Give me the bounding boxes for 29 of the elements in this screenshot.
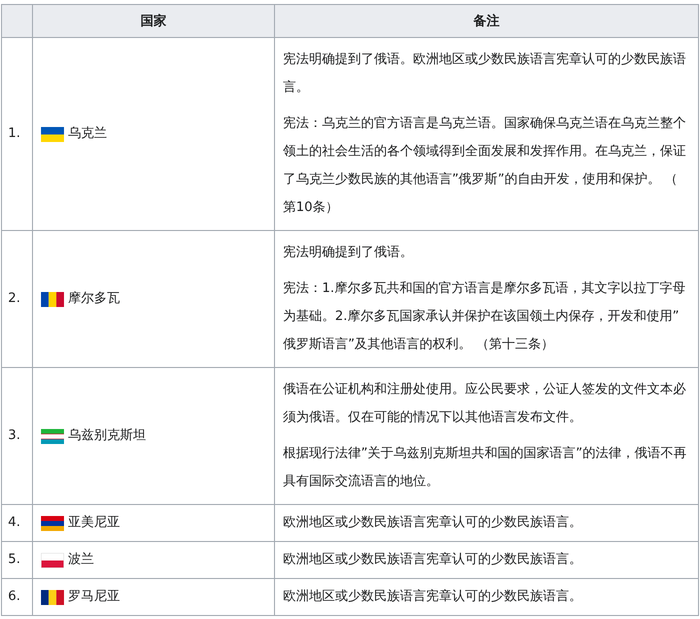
note-paragraph: 欧洲地区或少数民族语言宪章认可的少数民族语言。 <box>283 588 583 606</box>
note-paragraph: 宪法明确提到了俄语。欧洲地区或少数民族语言宪章认可的少数民族语言。 <box>283 51 687 97</box>
note-paragraph: 俄语在公证机构和注册处使用。应公民要求，公证人签发的文件文本必须为俄语。仅在可能的情况下以其他语言发布文件。 <box>283 381 687 427</box>
note-paragraph: 宪法明确提到了俄语。 <box>283 244 414 262</box>
note-paragraph: 宪法：1.摩尔多瓦共和国的官方语言是摩尔多瓦语，其文字以拉丁字母为基础。2.摩尔多瓦国家承认并保护在该国领土内保存，开发和使用”俄罗斯语言”及其他语言的权利。 （第十三条） <box>283 280 686 354</box>
flag-icon <box>41 516 64 530</box>
country-name: 亚美尼亚 <box>68 514 120 532</box>
row-number: 2. <box>8 291 20 306</box>
column-header: 国家 <box>32 4 274 38</box>
note-paragraph: 宪法：乌克兰的官方语言是乌克兰语。国家确保乌克兰语在乌克兰整个领土的社会生活的各个领域得到全面发展和发挥作用。在乌克兰，保证了乌克兰少数民族的其他语言”俄罗斯”的自由开发，使用和保护。 （第10条） <box>283 115 687 217</box>
country-name: 波兰 <box>68 551 94 569</box>
row-number: 5. <box>8 552 20 567</box>
column-header: 备注 <box>274 4 698 38</box>
note-paragraph: 根据现行法律”关于乌兹别克斯坦共和国的国家语言”的法律，俄语不再具有国际交流语言的地位。 <box>283 445 688 491</box>
country-name: 乌兹别克斯坦 <box>68 427 146 445</box>
row-number: 3. <box>8 428 20 443</box>
flag-icon <box>41 126 64 142</box>
flag-icon <box>41 590 64 604</box>
row-number: 1. <box>8 126 20 141</box>
country-name: 乌克兰 <box>68 125 107 143</box>
flag-icon <box>41 292 64 306</box>
country-name: 摩尔多瓦 <box>68 290 120 308</box>
row-number: 4. <box>8 515 20 530</box>
note-paragraph: 欧洲地区或少数民族语言宪章认可的少数民族语言。 <box>283 514 583 532</box>
note-paragraph: 欧洲地区或少数民族语言宪章认可的少数民族语言。 <box>283 551 583 569</box>
flag-icon <box>41 428 64 444</box>
row-number: 6. <box>8 589 20 604</box>
country-name: 罗马尼亚 <box>68 588 120 606</box>
flag-icon <box>41 552 64 568</box>
